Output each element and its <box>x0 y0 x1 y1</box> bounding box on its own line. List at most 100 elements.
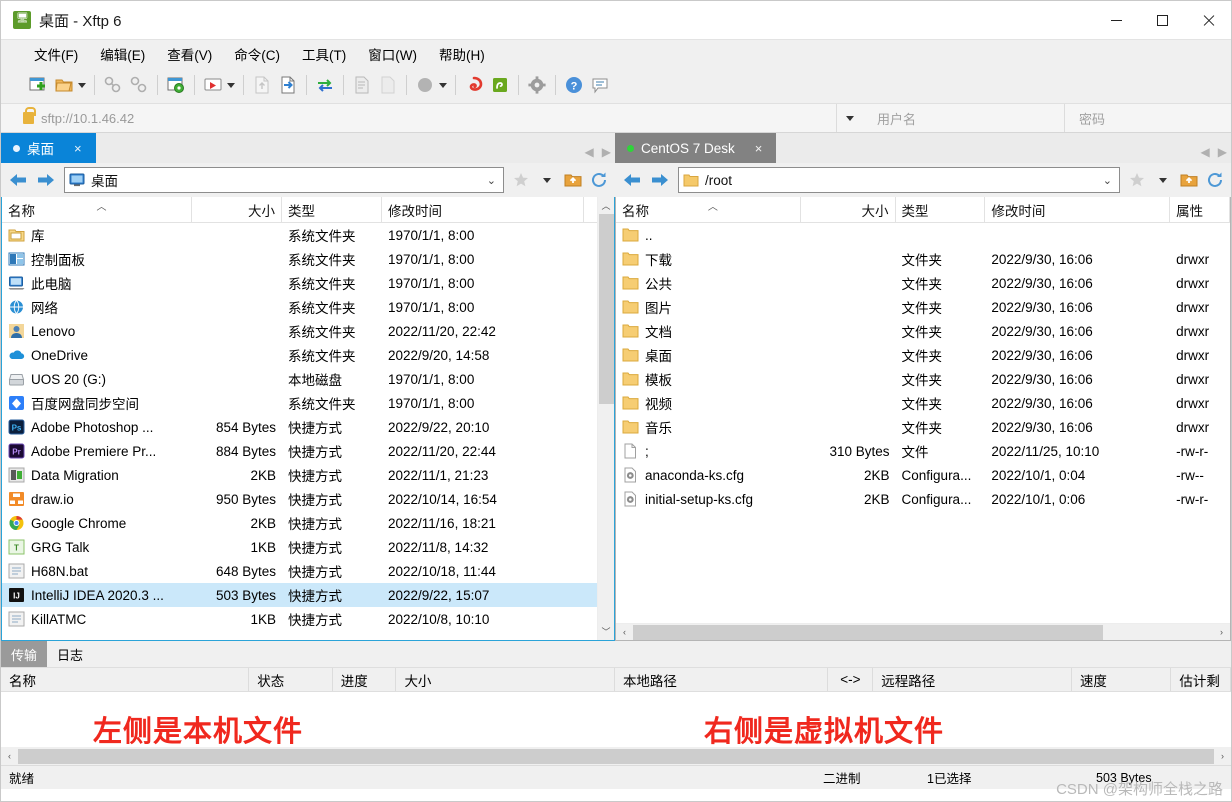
scroll-left-icon[interactable]: ‹ <box>616 624 633 641</box>
local-path-input[interactable]: 桌面 ⌄ <box>64 167 504 193</box>
tab-close-icon[interactable]: × <box>755 141 763 156</box>
local-forward-button[interactable] <box>33 167 59 193</box>
table-row[interactable]: Lenovo 系统文件夹 2022/11/20, 22:42 <box>2 319 597 343</box>
menu-help[interactable]: 帮助(H) <box>428 40 496 68</box>
table-row[interactable]: 百度网盘同步空间 系统文件夹 1970/1/1, 8:00 <box>2 391 597 415</box>
scrollbar-thumb[interactable] <box>598 214 614 404</box>
remote-forward-button[interactable] <box>647 167 673 193</box>
table-row[interactable]: OneDrive 系统文件夹 2022/9/20, 14:58 <box>2 343 597 367</box>
column-header-direction[interactable]: <-> <box>828 668 874 691</box>
menu-command[interactable]: 命令(C) <box>223 40 291 68</box>
tab-close-icon[interactable]: × <box>74 141 82 156</box>
sftp-url-field[interactable]: sftp://10.1.46.42 <box>1 104 837 132</box>
scroll-down-icon[interactable]: ﹀ <box>598 623 615 640</box>
close-button[interactable] <box>1185 1 1231 39</box>
sync-browse-button[interactable] <box>312 72 338 98</box>
xshell-button[interactable] <box>461 72 487 98</box>
column-header-type[interactable]: 类型 <box>282 197 382 222</box>
column-header-progress[interactable]: 进度 <box>333 668 397 691</box>
download-button[interactable] <box>275 72 301 98</box>
new-session-button[interactable] <box>25 72 51 98</box>
column-header-mtime[interactable]: 修改时间 <box>985 197 1171 222</box>
column-header-size[interactable]: 大小 <box>801 197 896 222</box>
chevron-down-icon[interactable]: ⌄ <box>487 174 499 187</box>
copy-button[interactable] <box>349 72 375 98</box>
column-header-size[interactable]: 大小 <box>192 197 282 222</box>
table-row[interactable]: anaconda-ks.cfg 2KB Configura... 2022/10/1,… <box>616 463 1230 487</box>
feedback-button[interactable] <box>587 72 613 98</box>
scroll-right-icon[interactable]: › <box>1213 624 1230 641</box>
column-header-attr[interactable]: 属性 <box>1170 197 1230 222</box>
menu-file[interactable]: 文件(F) <box>23 40 89 68</box>
remote-path-input[interactable]: /root ⌄ <box>678 167 1120 193</box>
tab-local-desktop[interactable]: 桌面 × <box>1 133 96 163</box>
open-folder-button[interactable] <box>51 72 77 98</box>
table-row[interactable]: draw.io 950 Bytes 快捷方式 2022/10/14, 16:54 <box>2 487 597 511</box>
column-header-name[interactable]: 名称 ︿ <box>2 197 192 222</box>
table-row[interactable]: 公共 文件夹 2022/9/30, 16:06 drwxr <box>616 271 1230 295</box>
scroll-up-icon[interactable]: ︿ <box>598 197 615 214</box>
table-row[interactable]: 视频 文件夹 2022/9/30, 16:06 drwxr <box>616 391 1230 415</box>
column-header-eta[interactable]: 估计剩 <box>1171 668 1231 691</box>
table-row[interactable]: initial-setup-ks.cfg 2KB Configura... 2022/… <box>616 487 1230 511</box>
column-header-local-path[interactable]: 本地路径 <box>615 668 829 691</box>
scroll-right-icon[interactable]: › <box>1214 748 1231 765</box>
column-header-type[interactable]: 类型 <box>896 197 986 222</box>
open-folder-dropdown-icon[interactable] <box>78 82 86 88</box>
local-bookmark-dropdown[interactable] <box>535 167 559 193</box>
remote-up-button[interactable] <box>1177 167 1201 193</box>
table-row[interactable]: Pr Adobe Premiere Pr... 884 Bytes 快捷方式 2022/… <box>2 439 597 463</box>
column-header-speed[interactable]: 速度 <box>1072 668 1172 691</box>
tab-transfer[interactable]: 传输 <box>1 641 48 667</box>
tab-log[interactable]: 日志 <box>47 641 93 667</box>
table-row[interactable]: 文档 文件夹 2022/9/30, 16:06 drwxr <box>616 319 1230 343</box>
column-header-name[interactable]: 名称 <box>1 668 250 691</box>
settings-button[interactable] <box>524 72 550 98</box>
column-header-status[interactable]: 状态 <box>249 668 333 691</box>
column-header-remote-path[interactable]: 远程路径 <box>873 668 1072 691</box>
tab-scroll-right-icon[interactable]: ▶ <box>602 145 611 159</box>
local-back-button[interactable] <box>5 167 31 193</box>
column-header-size[interactable]: 大小 <box>396 668 615 691</box>
table-row[interactable]: Google Chrome 2KB 快捷方式 2022/11/16, 18:21 <box>2 511 597 535</box>
transfer-mode-button[interactable] <box>412 72 438 98</box>
transfer-horizontal-scrollbar[interactable]: ‹ › <box>1 747 1231 765</box>
username-field[interactable]: 用户名 <box>863 104 1065 132</box>
remote-bookmark-button[interactable] <box>1125 167 1149 193</box>
table-row[interactable]: 桌面 文件夹 2022/9/30, 16:06 drwxr <box>616 343 1230 367</box>
table-row[interactable]: 图片 文件夹 2022/9/30, 16:06 drwxr <box>616 295 1230 319</box>
url-dropdown-button[interactable] <box>837 104 863 132</box>
help-button[interactable]: ? <box>561 72 587 98</box>
transfer-mode-dropdown-icon[interactable] <box>439 82 447 88</box>
table-row[interactable]: IJ IntelliJ IDEA 2020.3 ... 503 Bytes 快捷方式 2… <box>2 583 597 607</box>
run-button[interactable] <box>200 72 226 98</box>
table-row[interactable]: 下载 文件夹 2022/9/30, 16:06 drwxr <box>616 247 1230 271</box>
table-row[interactable]: ; 310 Bytes 文件 2022/11/25, 10:10 -rw-r- <box>616 439 1230 463</box>
xftp-button[interactable] <box>487 72 513 98</box>
tab-scroll-right-icon[interactable]: ▶ <box>1218 145 1227 159</box>
chevron-down-icon[interactable]: ⌄ <box>1103 174 1115 187</box>
run-dropdown-icon[interactable] <box>227 82 235 88</box>
maximize-button[interactable] <box>1139 1 1185 39</box>
disconnect-button[interactable] <box>126 72 152 98</box>
scrollbar-track[interactable] <box>597 404 614 623</box>
scroll-left-icon[interactable]: ‹ <box>1 748 18 765</box>
local-vertical-scrollbar[interactable]: ︿ ﹀ <box>597 197 614 640</box>
paste-button[interactable] <box>375 72 401 98</box>
table-row[interactable]: .. <box>616 223 1230 247</box>
table-row[interactable]: T GRG Talk 1KB 快捷方式 2022/11/8, 14:32 <box>2 535 597 559</box>
table-row[interactable]: 控制面板 系统文件夹 1970/1/1, 8:00 <box>2 247 597 271</box>
table-row[interactable]: UOS 20 (G:) 本地磁盘 1970/1/1, 8:00 <box>2 367 597 391</box>
menu-window[interactable]: 窗口(W) <box>357 40 428 68</box>
table-row[interactable]: Data Migration 2KB 快捷方式 2022/11/1, 21:23 <box>2 463 597 487</box>
menu-tools[interactable]: 工具(T) <box>291 40 357 68</box>
table-row[interactable]: KillATMC 1KB 快捷方式 2022/10/8, 10:10 <box>2 607 597 631</box>
tab-remote-centos[interactable]: CentOS 7 Desk × <box>615 133 777 163</box>
table-row[interactable]: 模板 文件夹 2022/9/30, 16:06 drwxr <box>616 367 1230 391</box>
table-row[interactable]: 库 系统文件夹 1970/1/1, 8:00 <box>2 223 597 247</box>
tab-scroll-left-icon[interactable]: ◀ <box>585 145 594 159</box>
session-manager-button[interactable] <box>163 72 189 98</box>
table-row[interactable]: H68N.bat 648 Bytes 快捷方式 2022/10/18, 11:44 <box>2 559 597 583</box>
remote-back-button[interactable] <box>619 167 645 193</box>
menu-edit[interactable]: 编辑(E) <box>89 40 156 68</box>
